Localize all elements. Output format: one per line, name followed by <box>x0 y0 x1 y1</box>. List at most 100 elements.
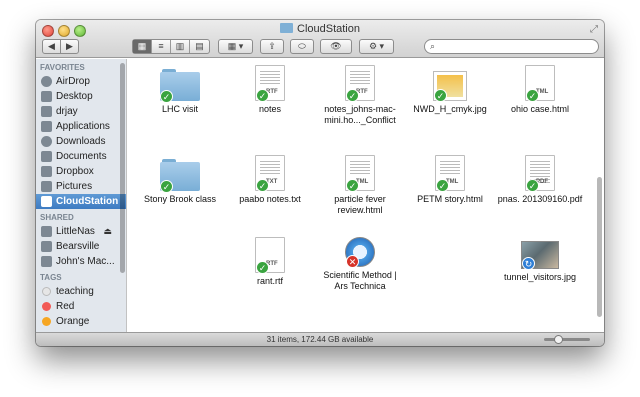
sidebar-scrollbar[interactable] <box>120 63 125 273</box>
rtf-document-icon: RTF ✓ <box>345 65 375 102</box>
file-name: ohio case.html <box>510 104 570 114</box>
pdf-document-icon: PDF ✓ <box>525 155 555 192</box>
icon-view-button[interactable]: ▦ <box>133 40 152 53</box>
folder-icon <box>280 23 293 33</box>
file-item[interactable]: TXT ✓ paabo notes.txt <box>226 155 314 205</box>
file-item[interactable]: RTF ✓ rant.rtf <box>226 237 314 287</box>
sidebar-item-cloudstation[interactable]: CloudStation <box>36 194 126 209</box>
finder-window: CloudStation ⤢ ◀ ▶ ▦ ≡ ▥ ▤ ▦ ▾ ⇪ ⬭ 👁 ⚙ ▾… <box>36 20 604 346</box>
status-text: 31 items, 172.44 GB available <box>266 335 374 344</box>
sidebar-item-tag-teaching[interactable]: teaching <box>36 284 126 299</box>
downloads-icon <box>41 136 52 147</box>
sidebar-item-label: Dropbox <box>56 166 94 177</box>
sidebar-item-label: AirDrop <box>56 76 90 87</box>
file-item[interactable]: RTF ✓ notes <box>226 65 314 115</box>
column-view-button[interactable]: ▥ <box>171 40 190 53</box>
icon-size-slider[interactable] <box>544 335 590 344</box>
arrange-button[interactable]: ▦ ▾ <box>218 39 253 54</box>
list-view-button[interactable]: ≡ <box>152 40 171 53</box>
file-item[interactable]: ✕ Scientific Method | Ars Technica <box>316 237 404 292</box>
coverflow-view-button[interactable]: ▤ <box>190 40 209 53</box>
synced-badge-icon: ✓ <box>160 180 173 193</box>
sidebar-item-pictures[interactable]: Pictures <box>36 179 126 194</box>
synced-badge-icon: ✓ <box>346 89 359 102</box>
file-name: PETM story.html <box>417 194 483 204</box>
sidebar-item-dropbox[interactable]: Dropbox <box>36 164 126 179</box>
quick-look-button[interactable]: 👁 <box>320 39 352 54</box>
syncing-badge-icon: ↻ <box>522 257 535 270</box>
sidebar-item-applications[interactable]: Applications <box>36 119 126 134</box>
search-icon: ⌕ <box>430 41 436 51</box>
file-item[interactable]: ↻ tunnel_visitors.jpg <box>496 241 584 283</box>
forward-button[interactable]: ▶ <box>60 39 79 54</box>
synced-badge-icon: ✓ <box>526 179 539 192</box>
sidebar-item-documents[interactable]: Documents <box>36 149 126 164</box>
sidebar-item-label: John's Mac... <box>56 256 115 267</box>
folder-icon: ✓ <box>160 69 200 103</box>
sidebar-item-downloads[interactable]: Downloads <box>36 134 126 149</box>
share-button[interactable]: ⇪ <box>260 39 284 54</box>
tags-header: TAGS <box>40 273 62 282</box>
file-name: NWD_H_cmyk.jpg <box>413 104 487 114</box>
html-document-icon: TML ✓ <box>345 155 375 192</box>
file-name: tunnel_visitors.jpg <box>503 272 577 282</box>
tag-dot-icon <box>42 287 51 296</box>
sidebar-item-label: Pictures <box>56 181 93 192</box>
file-name: Stony Brook class <box>143 194 217 204</box>
documents-icon <box>41 151 52 162</box>
tag-button[interactable]: ⬭ <box>290 39 314 54</box>
image-file-icon: ✓ <box>433 71 467 102</box>
favorites-header: FAVORITES <box>40 63 85 72</box>
view-mode-control: ▦ ≡ ▥ ▤ <box>132 39 210 54</box>
action-button[interactable]: ⚙ ▾ <box>359 39 394 54</box>
sidebar-item-airdrop[interactable]: AirDrop <box>36 74 126 89</box>
file-item[interactable]: ✓ NWD_H_cmyk.jpg <box>406 71 494 115</box>
synced-badge-icon: ✓ <box>434 89 447 102</box>
sidebar-item-bearsville[interactable]: Bearsville <box>36 239 126 254</box>
desktop-icon <box>41 91 52 102</box>
tag-dot-icon <box>42 317 51 326</box>
back-button[interactable]: ◀ <box>42 39 61 54</box>
sidebar-item-label: teaching <box>56 286 94 297</box>
status-bar: 31 items, 172.44 GB available <box>36 332 604 346</box>
sync-error-badge-icon: ✕ <box>346 255 359 268</box>
window-title-text: CloudStation <box>297 23 360 35</box>
folder-icon: ✓ <box>160 159 200 193</box>
folder-icon <box>41 166 52 177</box>
file-name: notes_johns-mac-mini.ho..._Conflict <box>324 104 396 125</box>
html-document-icon: TML ✓ <box>435 155 465 192</box>
file-name: Scientific Method | Ars Technica <box>323 270 397 291</box>
sidebar-item-johns-mac[interactable]: John's Mac... <box>36 254 126 269</box>
file-grid: ✓ LHC visit RTF ✓ notes RTF ✓ notes_johns-… <box>128 59 604 332</box>
sidebar-item-tag-orange[interactable]: Orange <box>36 314 126 329</box>
folder-icon <box>41 196 52 207</box>
sidebar-item-label: Documents <box>56 151 107 162</box>
synced-badge-icon: ✓ <box>526 89 539 102</box>
sidebar-item-littlenas[interactable]: LittleNas ⏏ <box>36 224 126 239</box>
search-input[interactable]: ⌕ <box>424 39 599 54</box>
synced-badge-icon: ✓ <box>346 179 359 192</box>
file-item[interactable]: ✓ Stony Brook class <box>136 159 224 205</box>
fullscreen-icon[interactable]: ⤢ <box>590 24 598 35</box>
sidebar-item-label: Desktop <box>56 91 93 102</box>
file-item[interactable]: ✓ LHC visit <box>136 69 224 115</box>
sidebar-item-tag-red[interactable]: Red <box>36 299 126 314</box>
pictures-icon <box>41 181 52 192</box>
home-icon <box>41 106 52 117</box>
airdrop-icon <box>41 76 52 87</box>
eject-icon[interactable]: ⏏ <box>103 224 112 239</box>
sidebar-item-drjay[interactable]: drjay <box>36 104 126 119</box>
sidebar-item-label: Orange <box>56 316 90 327</box>
file-item[interactable]: TML ✓ PETM story.html <box>406 155 494 205</box>
html-document-icon: TML ✓ <box>525 65 555 102</box>
slider-knob[interactable] <box>554 335 563 344</box>
file-item[interactable]: TML ✓ particle fever review.html <box>316 155 404 216</box>
file-item[interactable]: RTF ✓ notes_johns-mac-mini.ho..._Conflict <box>316 65 404 126</box>
file-item[interactable]: TML ✓ ohio case.html <box>496 65 584 115</box>
content-scrollbar[interactable] <box>597 177 602 317</box>
rtf-document-icon: RTF ✓ <box>255 237 285 274</box>
sidebar-item-label: Downloads <box>56 136 106 147</box>
file-item[interactable]: PDF ✓ pnas. 201309160.pdf <box>496 155 584 205</box>
file-name: LHC visit <box>161 104 198 114</box>
sidebar-item-desktop[interactable]: Desktop <box>36 89 126 104</box>
